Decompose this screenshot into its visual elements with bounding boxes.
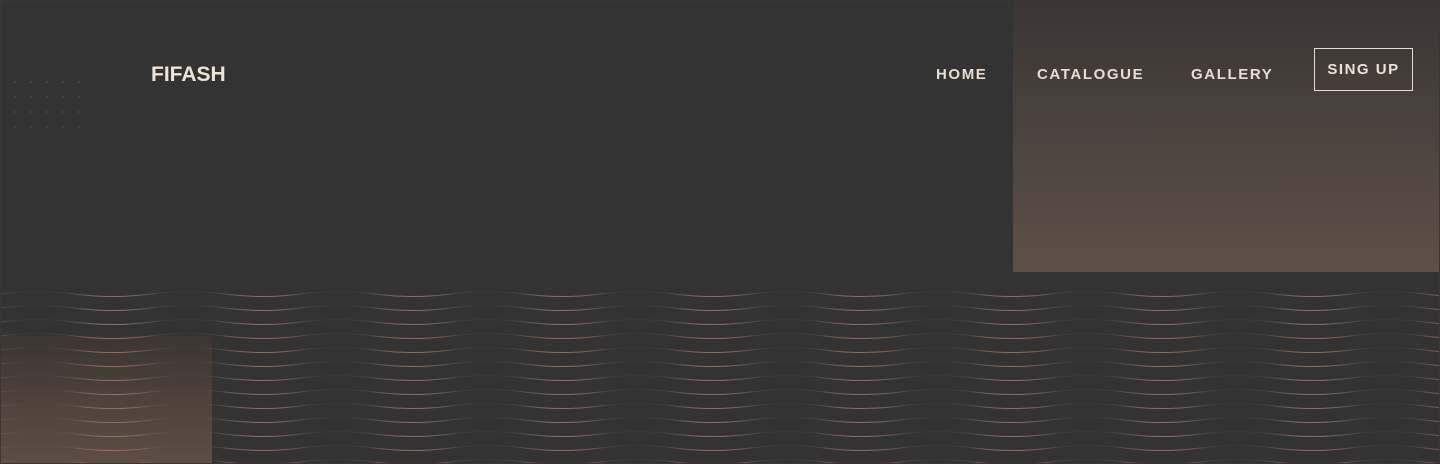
dot-grid-dot [45,95,49,99]
wave-line [0,403,1440,409]
nav-item-home[interactable]: HOME [936,66,987,83]
nav-item-catalogue[interactable]: CATALOGUE [1037,66,1144,83]
nav-item-gallery[interactable]: GALLERY [1191,66,1273,83]
dot-grid-dot [61,125,65,129]
wave-line [0,319,1440,325]
dot-grid-dot [29,95,33,99]
wave-line [0,291,1440,297]
dot-grid-dot [61,110,65,114]
sign-up-button[interactable]: SING UP [1314,48,1413,91]
wave-line [0,333,1440,339]
dot-grid-dot [29,125,33,129]
dot-grid-dot [77,110,81,114]
wave-line [0,445,1440,451]
dot-grid-dot [29,110,33,114]
dot-grid-dot [13,110,17,114]
landing-page: FIFASH HOME CATALOGUE GALLERY SING UP [0,0,1440,464]
dot-grid-dot [45,80,49,84]
wave-line [0,375,1440,381]
wave-line [0,459,1440,464]
dot-grid-pattern [13,80,81,129]
dot-grid-dot [45,110,49,114]
dot-grid-dot [13,80,17,84]
dot-grid-dot [61,95,65,99]
hero-gradient-panel [1013,0,1440,272]
dot-grid-dot [77,125,81,129]
dot-grid-dot [29,80,33,84]
wave-line [0,389,1440,395]
wave-line [0,361,1440,367]
wave-line [0,431,1440,437]
dot-grid-dot [77,80,81,84]
dot-grid-dot [13,95,17,99]
wave-line [0,347,1440,353]
dot-grid-dot [45,125,49,129]
dot-grid-dot [61,80,65,84]
wave-line [0,417,1440,423]
brand-logo[interactable]: FIFASH [151,63,226,87]
dot-grid-dot [77,95,81,99]
wave-line [0,305,1440,311]
dot-grid-dot [13,125,17,129]
wavy-lines-pattern [0,291,1440,464]
